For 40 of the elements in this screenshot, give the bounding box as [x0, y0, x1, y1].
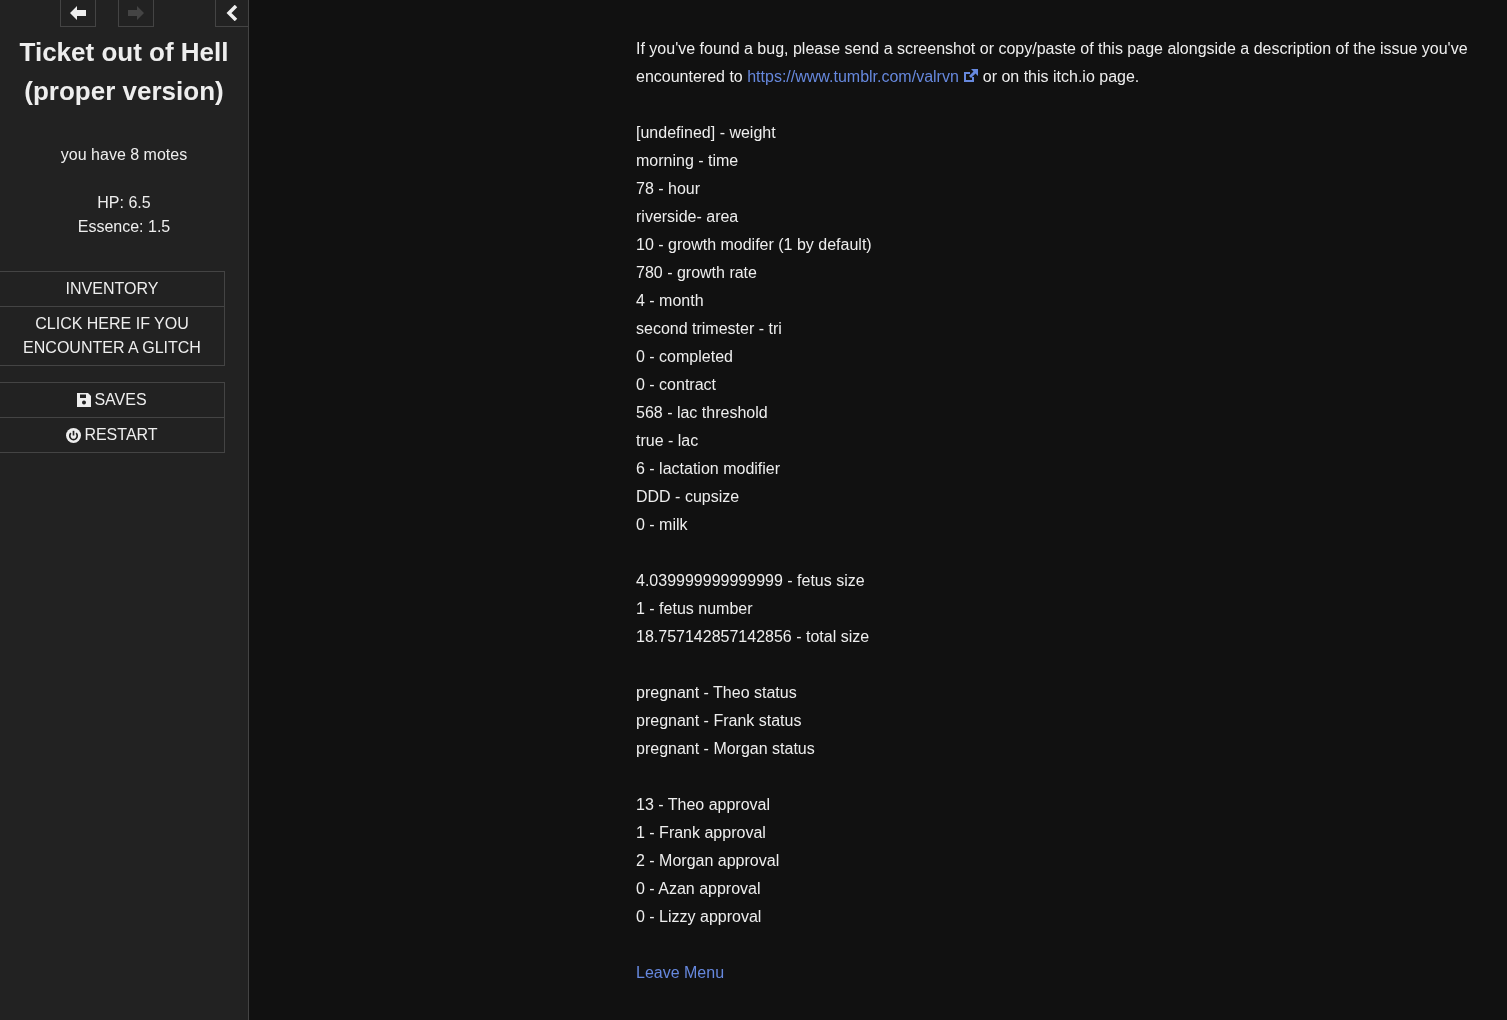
variable-line: pregnant - Theo status	[636, 683, 798, 703]
variable-line: second trimester - tri	[636, 319, 783, 339]
leave-menu-link[interactable]: Leave Menu	[636, 964, 725, 981]
variable-line: DDD - cupsize	[636, 487, 741, 507]
variable-line: morning - time	[636, 151, 740, 171]
left-arrow-icon	[69, 5, 87, 21]
power-icon	[66, 427, 82, 443]
variable-line: 18.757142857142856 - total size	[636, 627, 871, 647]
stat-text: Essence: 1.5	[77, 217, 171, 237]
variable-line: pregnant - Frank status	[636, 711, 803, 731]
variable-line: pregnant - Morgan status	[636, 739, 816, 759]
tumblr-link[interactable]: https://www.tumblr.com/valrvn	[747, 68, 979, 85]
variable-line: [undefined] - weight	[636, 123, 777, 143]
variable-line: 0 - contract	[636, 375, 718, 395]
variable-line: 568 - lac threshold	[636, 403, 769, 423]
variable-line: riverside- area	[636, 207, 740, 227]
variable-line: 0 - Lizzy approval	[636, 907, 763, 927]
variable-line: 78 - hour	[636, 179, 702, 199]
collapse-sidebar-button[interactable]	[215, 0, 248, 27]
variable-line: 1 - Frank approval	[636, 823, 767, 843]
variable-line: true - lac	[636, 431, 700, 451]
variable-line: 780 - growth rate	[636, 263, 758, 283]
variable-line: 0 - milk	[636, 515, 689, 535]
back-button[interactable]	[60, 0, 96, 27]
variable-line: 4 - month	[636, 291, 705, 311]
right-arrow-icon	[127, 5, 145, 21]
stat-text: HP: 6.5	[97, 193, 151, 213]
external-link-icon	[963, 69, 979, 83]
chevron-left-icon	[226, 5, 238, 21]
variable-line: 6 - lactation modifier	[636, 459, 782, 479]
variable-line: 4.039999999999999 - fetus size	[636, 571, 866, 591]
variable-line: 1 - fetus number	[636, 599, 754, 619]
motes-count: you have 8 motes	[60, 145, 188, 165]
variable-line: 10 - growth modifer (1 by default)	[636, 235, 873, 255]
variable-line: 0 - Azan approval	[636, 879, 762, 899]
story-title: Ticket out of Hell (proper version)	[18, 36, 230, 108]
variable-line: 2 - Morgan approval	[636, 851, 781, 871]
variable-line: 0 - completed	[636, 347, 734, 367]
bug-report-paragraph: If you've found a bug, please send a screenshot or copy/paste of this page alongside a description of the issue you've encountered to https://www.tumblr.com/valrvn or on this itch.io page.	[636, 39, 1469, 87]
variable-line: 13 - Theo approval	[636, 795, 771, 815]
